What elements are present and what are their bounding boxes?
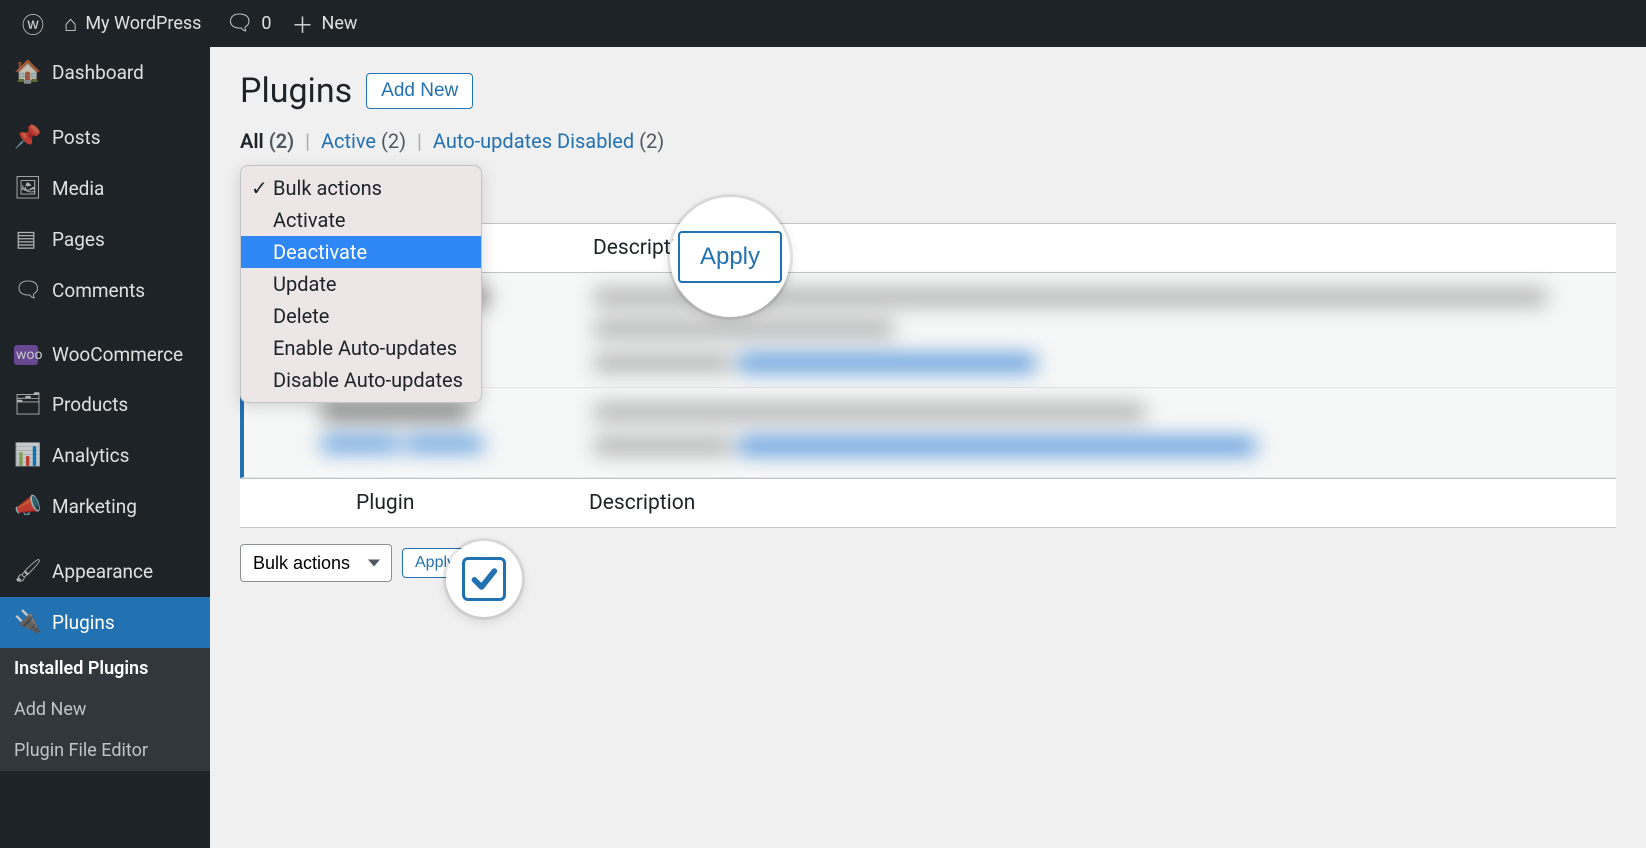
sidebar-item-label: WooCommerce [52, 343, 183, 366]
page-title: Plugins [240, 71, 352, 111]
submenu-plugin-file-editor[interactable]: Plugin File Editor [0, 730, 210, 771]
bulk-actions-dropdown-open[interactable]: Bulk actions Activate Deactivate Update … [240, 165, 482, 403]
sidebar-item-marketing[interactable]: 📣 Marketing [0, 481, 210, 532]
sidebar-item-plugins[interactable]: 🔌 Plugins [0, 597, 210, 648]
dashboard-icon: 🏠 [14, 60, 38, 85]
col-description: Description [589, 491, 1598, 515]
sidebar-item-analytics[interactable]: 📊 Analytics [0, 430, 210, 481]
filter-active[interactable]: Active (2) [321, 129, 406, 153]
sidebar-item-label: Pages [52, 228, 105, 251]
sidebar-item-appearance[interactable]: 🖌 Appearance [0, 546, 210, 597]
sidebar-item-products[interactable]: 🗂 Products [0, 379, 210, 430]
main-content: Plugins Add New All (2) | Active (2) | A… [210, 47, 1646, 848]
bulk-option-disable-auto[interactable]: Disable Auto-updates [241, 364, 481, 396]
sidebar-item-media[interactable]: 🖼 Media [0, 163, 210, 214]
col-plugin: Plugin [316, 491, 561, 515]
home-icon: ⌂ [64, 11, 77, 37]
apply-button-bottom[interactable]: Apply [402, 548, 468, 578]
analytics-icon: 📊 [14, 443, 38, 468]
bulk-option-delete[interactable]: Delete [241, 300, 481, 332]
sidebar-item-label: Marketing [52, 495, 137, 518]
wordpress-icon: ⓦ [22, 8, 44, 40]
sidebar-item-pages[interactable]: ▤ Pages [0, 214, 210, 265]
new-link[interactable]: ＋ New [282, 0, 368, 47]
bulk-option-bulk-actions[interactable]: Bulk actions [241, 172, 481, 204]
sidebar-item-comments[interactable]: 🗨 Comments [0, 265, 210, 316]
comment-count: 0 [261, 13, 271, 34]
woo-icon: woo [14, 345, 38, 365]
comment-icon: 🗨 [14, 278, 38, 303]
sidebar-item-label: Appearance [52, 560, 153, 583]
megaphone-icon: 📣 [14, 494, 38, 519]
comment-icon: 🗨 [225, 11, 253, 36]
sidebar-item-label: Comments [52, 279, 145, 302]
sidebar-item-label: Posts [52, 126, 101, 149]
products-icon: 🗂 [14, 392, 38, 417]
wp-logo[interactable]: ⓦ [12, 0, 54, 47]
bottom-bulk-bar: Bulk actions Apply [240, 544, 1616, 582]
brush-icon: 🖌 [14, 559, 38, 584]
site-name: My WordPress [85, 13, 201, 34]
table-footer: Plugin Description [240, 478, 1616, 528]
bulk-option-enable-auto[interactable]: Enable Auto-updates [241, 332, 481, 364]
bulk-actions-select-bottom[interactable]: Bulk actions [240, 544, 392, 582]
bulk-option-update[interactable]: Update [241, 268, 481, 300]
filter-auto-updates[interactable]: Auto-updates Disabled (2) [433, 129, 664, 153]
sidebar-item-label: Dashboard [52, 61, 144, 84]
submenu-add-new[interactable]: Add New [0, 689, 210, 730]
plus-icon: ＋ [292, 8, 314, 40]
sidebar-item-label: Media [52, 177, 104, 200]
sidebar-item-label: Products [52, 393, 128, 416]
submenu-installed-plugins[interactable]: Installed Plugins [0, 648, 210, 689]
col-description: Description [593, 236, 1598, 260]
page-icon: ▤ [14, 227, 38, 252]
bulk-option-activate[interactable]: Activate [241, 204, 481, 236]
plug-icon: 🔌 [14, 610, 38, 635]
new-label: New [322, 13, 358, 34]
comments-link[interactable]: 🗨0 [215, 0, 281, 47]
admin-sidebar: 🏠 Dashboard 📌 Posts 🖼 Media ▤ Pages 🗨 Comment… [0, 47, 210, 848]
sidebar-item-woocommerce[interactable]: woo WooCommerce [0, 330, 210, 379]
admin-topbar: ⓦ ⌂My WordPress 🗨0 ＋New [0, 0, 1646, 47]
sidebar-item-label: Plugins [52, 611, 115, 634]
bulk-option-deactivate[interactable]: Deactivate [241, 236, 481, 268]
sidebar-item-label: Analytics [52, 444, 129, 467]
site-link[interactable]: ⌂ My WordPress [54, 0, 211, 47]
sidebar-item-posts[interactable]: 📌 Posts [0, 112, 210, 163]
filter-tabs: All (2) | Active (2) | Auto-updates Disa… [240, 129, 1616, 153]
add-new-button[interactable]: Add New [366, 73, 473, 109]
media-icon: 🖼 [14, 176, 38, 201]
sidebar-item-dashboard[interactable]: 🏠 Dashboard [0, 47, 210, 98]
plugins-submenu: Installed Plugins Add New Plugin File Ed… [0, 648, 210, 771]
pin-icon: 📌 [14, 125, 38, 150]
filter-all[interactable]: All (2) [240, 129, 294, 153]
